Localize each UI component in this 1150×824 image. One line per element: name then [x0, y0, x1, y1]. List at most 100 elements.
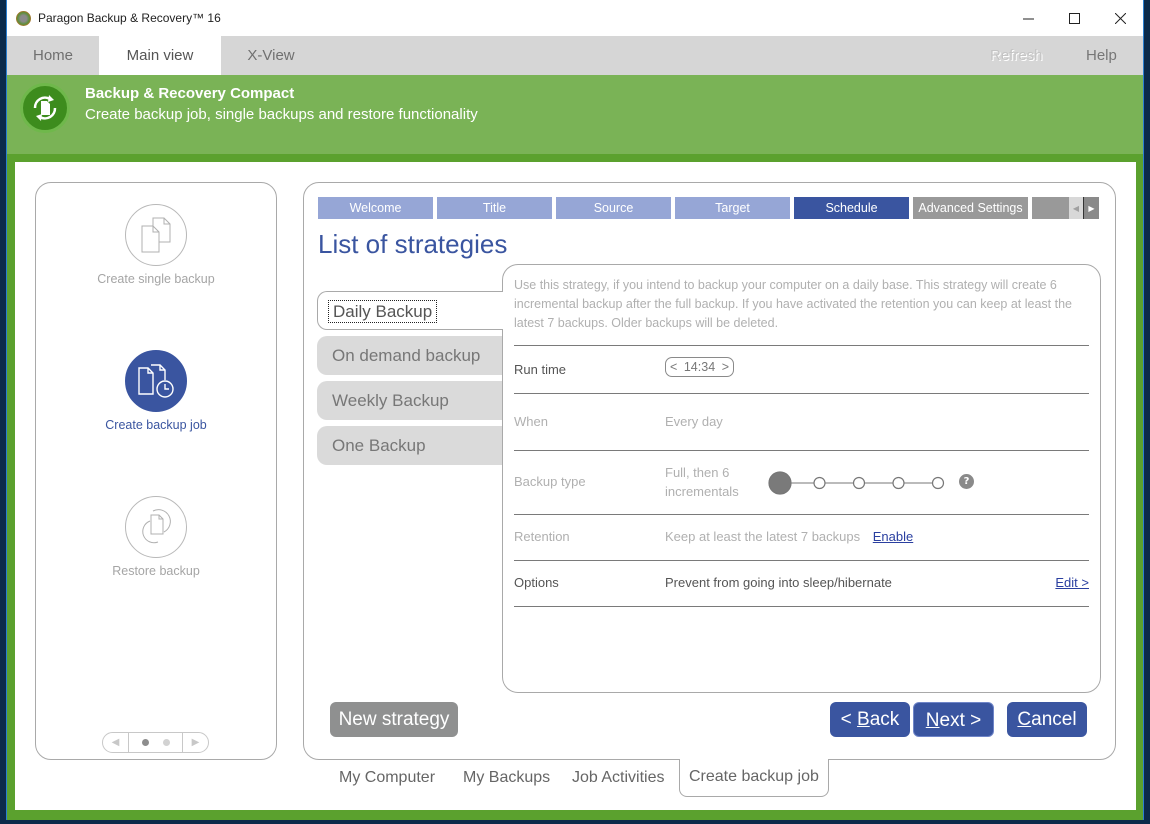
maximize-button[interactable] [1051, 0, 1097, 36]
row-retention: Retention Keep at least the latest 7 bac… [514, 515, 1089, 561]
backup-type-value-line1: Full, then 6 [665, 465, 730, 480]
tab-main-view[interactable]: Main view [99, 36, 221, 75]
pager-dots [128, 733, 183, 752]
help-icon[interactable]: ? [959, 474, 974, 489]
backup-type-value-line2: incrementals [665, 484, 739, 499]
strategy-on-demand-backup[interactable]: On demand backup [317, 336, 507, 375]
tab-x-view[interactable]: X-View [221, 36, 321, 75]
options-label: Options [514, 575, 559, 590]
row-backup-type: Backup type Full, then 6 incrementals ? [514, 451, 1089, 515]
slider-incremental-node[interactable] [852, 476, 866, 490]
maximize-icon [1068, 12, 1080, 24]
row-when: When Every day [514, 394, 1089, 451]
window-title: Paragon Backup & Recovery™ 16 [38, 11, 221, 25]
scroll-left-button[interactable]: ◀ [1069, 197, 1084, 219]
retention-value: Keep at least the latest 7 backups Enabl… [665, 529, 913, 544]
new-strategy-button[interactable]: New strategy [330, 702, 458, 737]
wizard-step-welcome[interactable]: Welcome [318, 197, 433, 219]
banner-subtitle: Create backup job, single backups and re… [85, 106, 478, 123]
slider-incremental-node[interactable] [892, 476, 905, 490]
cancel-button[interactable]: Cancel [1007, 702, 1087, 737]
next-accesskey: N [925, 710, 940, 731]
pager-dot[interactable] [141, 739, 149, 746]
wizard-panel: Welcome Title Source Target Schedule Adv… [303, 182, 1116, 760]
sidebar: Create single backup Create backup job R… [35, 182, 277, 760]
banner-title: Backup & Recovery Compact [85, 85, 295, 102]
slider-incremental-node[interactable] [931, 476, 945, 490]
pager-prev-button[interactable]: ◀ [103, 733, 128, 752]
content-area: Create single backup Create backup job R… [15, 162, 1136, 810]
window-controls [1005, 0, 1143, 36]
restore-icon [125, 496, 187, 558]
backup-recovery-icon [20, 83, 70, 133]
wizard-step-title[interactable]: Title [437, 197, 552, 219]
run-time-value: 14:34 [683, 360, 716, 374]
title-bar: Paragon Backup & Recovery™ 16 [7, 0, 1143, 36]
bottom-tab-job-activities[interactable]: Job Activities [572, 760, 664, 798]
sidebar-item-create-backup-job[interactable]: Create backup job [36, 350, 276, 432]
strategy-weekly-backup[interactable]: Weekly Backup [317, 381, 507, 420]
bottom-tab-my-computer[interactable]: My Computer [339, 760, 435, 798]
backup-type-label: Backup type [514, 474, 586, 489]
wizard-step-more[interactable] [1032, 197, 1072, 219]
app-window: Paragon Backup & Recovery™ 16 Home Main … [6, 0, 1144, 820]
retention-label: Retention [514, 529, 570, 544]
minimize-icon [1022, 18, 1034, 19]
retention-enable-link[interactable]: Enable [873, 529, 913, 544]
back-button[interactable]: < Back [830, 702, 910, 737]
minimize-button[interactable] [1005, 0, 1051, 36]
close-icon [1114, 12, 1126, 24]
when-value: Every day [665, 414, 723, 429]
sidebar-pager: ◀ ▶ [102, 732, 209, 753]
tab-home[interactable]: Home [7, 36, 99, 75]
options-edit-link[interactable]: Edit > [1055, 575, 1089, 590]
pager-dot[interactable] [162, 739, 170, 746]
scroll-right-button[interactable]: ▶ [1084, 197, 1099, 219]
strategy-one-backup[interactable]: One Backup [317, 426, 507, 465]
run-time-next-button[interactable]: > [722, 360, 729, 374]
options-value: Prevent from going into sleep/hibernate [665, 575, 892, 590]
cancel-label-rest: ancel [1031, 709, 1077, 730]
when-label: When [514, 414, 548, 429]
close-button[interactable] [1097, 0, 1143, 36]
back-prefix: < [840, 709, 858, 730]
sidebar-item-label: Create single backup [97, 272, 215, 286]
sidebar-item-restore-backup[interactable]: Restore backup [36, 496, 276, 578]
strategy-daily-backup[interactable]: Daily Backup [317, 291, 503, 330]
retention-text: Keep at least the latest 7 backups [665, 529, 861, 544]
sidebar-item-label: Restore backup [112, 564, 200, 578]
sidebar-item-create-single-backup[interactable]: Create single backup [36, 204, 276, 286]
bottom-tab-my-backups[interactable]: My Backups [463, 760, 550, 798]
strategy-label: Daily Backup [328, 300, 438, 323]
slider-incremental-node[interactable] [813, 476, 826, 490]
run-time-spinner[interactable]: < 14:34 > [665, 357, 734, 377]
wizard-steps-scroller: ◀ ▶ [1069, 197, 1099, 219]
bottom-tab-create-backup-job[interactable]: Create backup job [679, 759, 829, 797]
refresh-button[interactable]: Refresh [990, 36, 1043, 75]
strategy-detail-panel: Use this strategy, if you intend to back… [502, 264, 1101, 693]
help-button[interactable]: Help [1086, 36, 1117, 75]
pager-next-button[interactable]: ▶ [183, 733, 208, 752]
page-title: List of strategies [318, 229, 508, 259]
next-button[interactable]: Next > [913, 702, 994, 737]
app-logo-icon [16, 10, 31, 26]
menu-bar: Home Main view X-View Refresh Help [7, 36, 1143, 75]
banner: Backup & Recovery Compact Create backup … [7, 75, 1143, 154]
back-label-rest: ack [869, 709, 900, 730]
scheduled-documents-icon [125, 350, 187, 412]
documents-icon [125, 204, 187, 266]
strategy-description: Use this strategy, if you intend to back… [514, 278, 1072, 330]
backup-type-slider[interactable] [768, 471, 948, 495]
row-run-time: Run time < 14:34 > [514, 346, 1089, 394]
wizard-step-target[interactable]: Target [675, 197, 790, 219]
cancel-accesskey: C [1017, 709, 1032, 730]
wizard-step-source[interactable]: Source [556, 197, 671, 219]
next-label-rest: ext > [939, 710, 982, 731]
run-time-prev-button[interactable]: < [670, 360, 677, 374]
wizard-step-advanced-settings[interactable]: Advanced Settings [913, 197, 1028, 219]
slider-full-node[interactable] [768, 471, 792, 495]
sidebar-item-label: Create backup job [105, 418, 207, 432]
wizard-step-schedule[interactable]: Schedule [794, 197, 909, 219]
backup-type-value: Full, then 6 incrementals [665, 463, 739, 501]
row-options: Options Prevent from going into sleep/hi… [514, 561, 1089, 607]
